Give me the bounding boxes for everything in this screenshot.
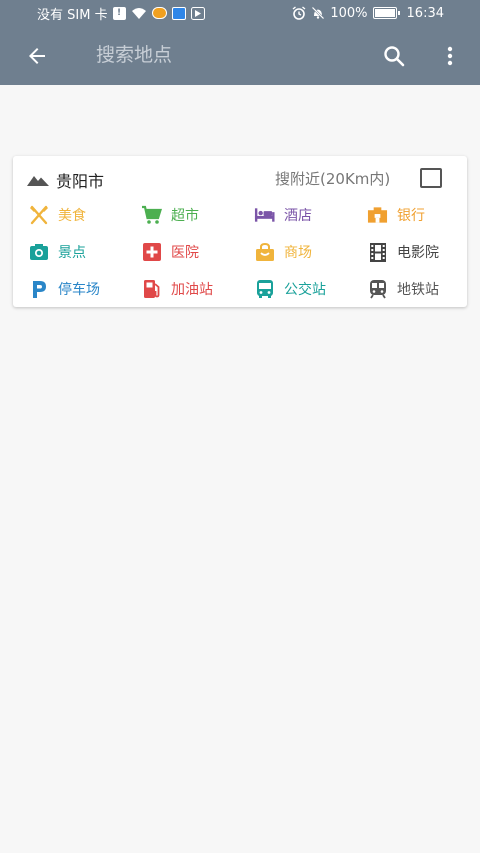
battery-icon — [372, 7, 400, 19]
send-app-icon — [190, 6, 205, 20]
nearby-checkbox[interactable] — [420, 168, 442, 188]
battery-percent: 100% — [330, 5, 368, 21]
back-button[interactable] — [22, 41, 52, 71]
film-icon — [367, 242, 388, 263]
card-header: 贵阳市 搜附近(20Km内) — [13, 156, 467, 200]
category-label: 商场 — [284, 245, 312, 261]
search-icon — [384, 46, 405, 67]
category-bus-stop[interactable]: 公交站 — [254, 278, 326, 300]
subway-icon — [367, 279, 388, 300]
category-food[interactable]: 美食 — [28, 204, 86, 226]
clock-time: 16:34 — [406, 5, 444, 21]
app-bar — [0, 26, 480, 85]
category-label: 地铁站 — [397, 282, 439, 298]
shopping-bag-icon — [254, 242, 275, 263]
category-label: 超市 — [171, 208, 199, 224]
search-input[interactable] — [96, 38, 356, 72]
category-label: 景点 — [58, 245, 86, 261]
notification-alert-icon: ! — [112, 6, 126, 20]
carrier-text: 没有 SIM 卡 — [37, 7, 108, 23]
city-selector[interactable]: 贵阳市 — [27, 168, 104, 192]
category-subway[interactable]: 地铁站 — [367, 278, 439, 300]
category-label: 电影院 — [397, 245, 439, 261]
parking-icon — [28, 279, 49, 300]
mute-bell-icon — [311, 6, 325, 20]
more-options-button[interactable] — [438, 41, 462, 71]
page: 没有 SIM 卡 ! 100% 16:34 搜索地点 贵阳市 搜附近(20Km内… — [0, 0, 480, 853]
status-right: 100% 16:34 — [292, 6, 444, 21]
category-gas-station[interactable]: 加油站 — [141, 278, 213, 300]
back-arrow-icon — [29, 48, 45, 64]
category-cinema[interactable]: 电影院 — [367, 241, 439, 263]
category-scenic[interactable]: 景点 — [28, 241, 86, 263]
cloud-app-icon — [171, 6, 186, 20]
search-button[interactable] — [379, 41, 409, 71]
city-name: 贵阳市 — [56, 172, 105, 191]
category-label: 酒店 — [284, 208, 312, 224]
category-hospital[interactable]: 医院 — [141, 241, 199, 263]
bus-icon — [254, 279, 275, 300]
gas-station-icon — [141, 279, 162, 300]
weibo-icon — [151, 7, 167, 19]
category-label: 加油站 — [171, 282, 213, 298]
cart-icon — [141, 205, 162, 226]
category-label: 停车场 — [58, 282, 100, 298]
hospital-icon — [141, 242, 162, 263]
category-label: 公交站 — [284, 282, 326, 298]
status-left: 没有 SIM 卡 ! — [37, 4, 205, 23]
hotel-icon — [254, 205, 275, 226]
category-parking[interactable]: 停车场 — [28, 278, 100, 300]
food-icon — [28, 205, 49, 226]
bank-icon — [367, 205, 388, 226]
category-hotel[interactable]: 酒店 — [254, 204, 312, 226]
category-label: 美食 — [58, 208, 86, 224]
category-label: 银行 — [397, 208, 425, 224]
nearby-label: 搜附近(20Km内) — [275, 170, 391, 188]
category-bank[interactable]: 银行 — [367, 204, 425, 226]
camera-icon — [28, 242, 49, 263]
more-vertical-icon — [447, 46, 453, 66]
status-bar: 没有 SIM 卡 ! 100% 16:34 — [0, 0, 480, 26]
alarm-icon — [292, 6, 306, 20]
category-label: 医院 — [171, 245, 199, 261]
mountain-icon — [27, 176, 49, 186]
category-mall[interactable]: 商场 — [254, 241, 312, 263]
category-card: 贵阳市 搜附近(20Km内) 美食 超市 酒店 银行 景点 医院 商场 电影院 … — [13, 156, 467, 307]
wifi-icon — [131, 7, 147, 20]
category-supermarket[interactable]: 超市 — [141, 204, 199, 226]
